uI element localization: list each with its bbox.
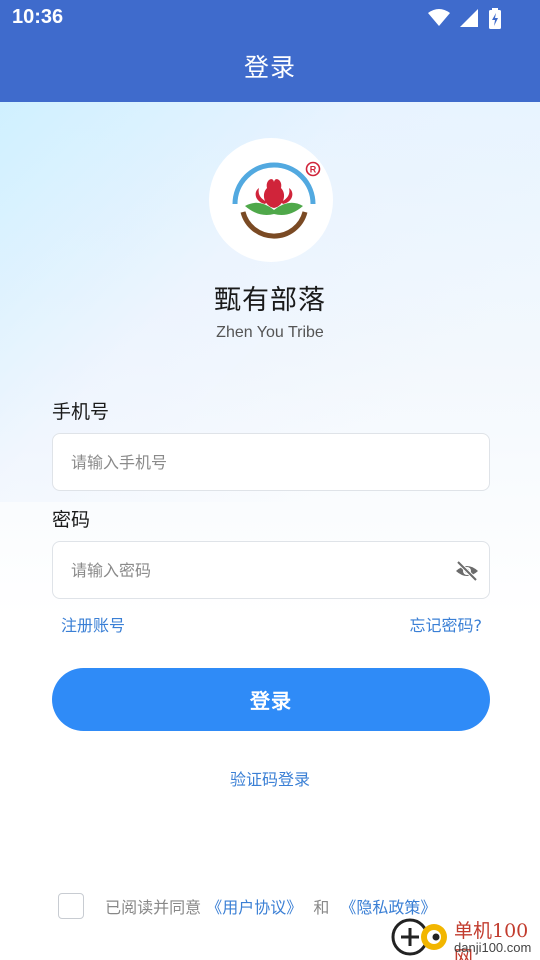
user-agreement-link[interactable]: 《用户协议》 xyxy=(206,898,302,917)
wifi-icon xyxy=(427,8,450,32)
eye-off-icon[interactable] xyxy=(455,559,479,583)
register-link[interactable]: 注册账号 xyxy=(61,612,125,636)
password-input[interactable] xyxy=(71,542,431,598)
phone-label: 手机号 xyxy=(52,401,110,423)
svg-text:R: R xyxy=(310,165,317,175)
agreement-prefix: 已阅读并同意 xyxy=(105,898,202,917)
flower-logo-icon: R xyxy=(232,161,321,239)
signal-icon xyxy=(459,8,479,32)
phone-input[interactable] xyxy=(71,434,431,490)
status-icons xyxy=(424,8,502,29)
watermark-url: danji100.com xyxy=(454,940,532,955)
app-subtitle: Zhen You Tribe xyxy=(216,324,324,341)
battery-charging-icon xyxy=(488,8,502,34)
agreement-row: 已阅读并同意 《用户协议》 和 《隐私政策》 xyxy=(58,893,436,919)
password-label: 密码 xyxy=(52,509,91,531)
phone-field[interactable] xyxy=(52,433,490,491)
page-title: 登录 xyxy=(243,53,296,82)
code-login-link[interactable]: 验证码登录 xyxy=(230,770,310,789)
app-header: 登录 xyxy=(0,36,540,102)
app-logo: R xyxy=(209,138,333,262)
agreement-text: 已阅读并同意 《用户协议》 和 《隐私政策》 xyxy=(105,894,436,918)
agreement-checkbox[interactable] xyxy=(58,893,84,919)
login-content: R 甄有部落 Zhen You Tribe 手机号 密码 注册账号 忘记密码? … xyxy=(0,102,540,960)
forgot-password-link[interactable]: 忘记密码? xyxy=(410,612,483,636)
watermark-logo-icon xyxy=(391,918,447,956)
password-field[interactable] xyxy=(52,541,490,599)
code-login-row: 验证码登录 xyxy=(0,766,540,790)
login-button[interactable]: 登录 xyxy=(52,668,490,731)
app-name: 甄有部落 xyxy=(214,285,326,316)
status-time: 10:36 xyxy=(12,6,64,28)
status-bar: 10:36 xyxy=(0,0,540,36)
watermark: 单机100网 danji100.com xyxy=(390,914,540,960)
agreement-and: 和 xyxy=(313,898,330,917)
